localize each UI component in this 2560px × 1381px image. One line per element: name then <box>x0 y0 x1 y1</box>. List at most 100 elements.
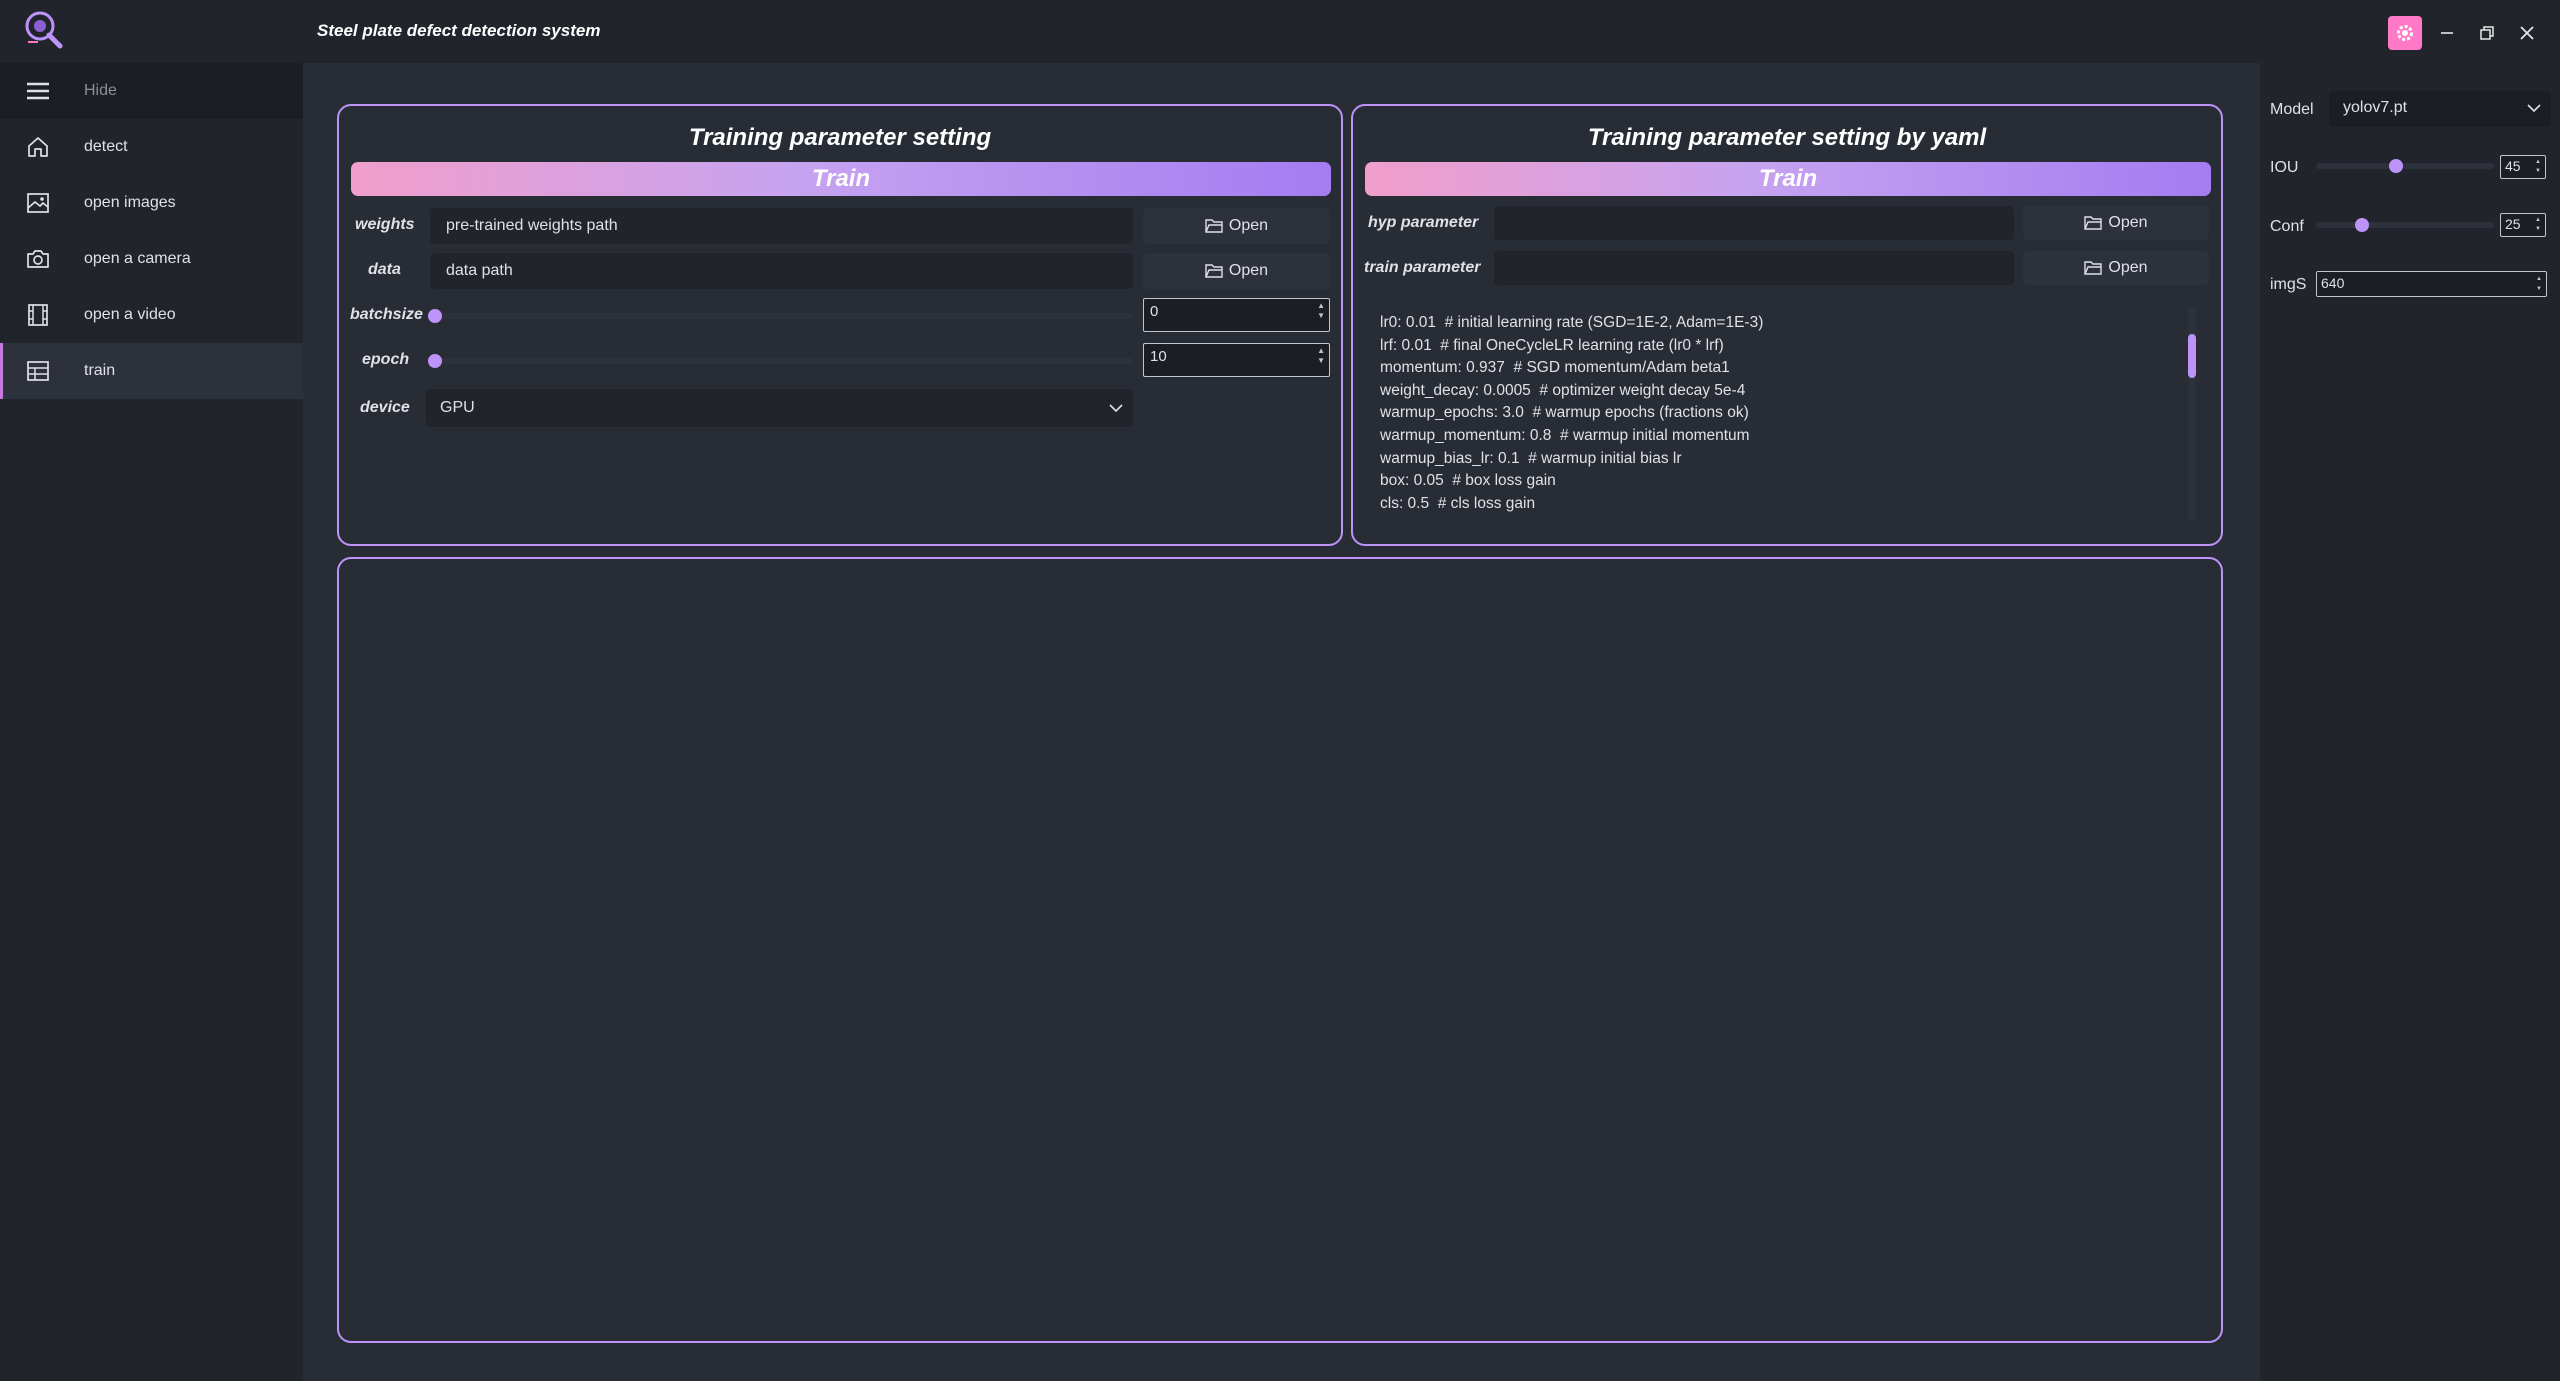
imgs-spinbox[interactable]: 640 ▲ ▼ <box>2316 271 2547 297</box>
epoch-spinbox[interactable]: 10 ▲ ▼ <box>1143 343 1330 377</box>
batchsize-spinbox[interactable]: 0 ▲ ▼ <box>1143 298 1330 332</box>
sidebar-toggle-hide[interactable]: Hide <box>0 63 303 119</box>
sidebar-item-open-video[interactable]: open a video <box>0 287 303 343</box>
conf-slider-handle[interactable] <box>2355 218 2369 232</box>
weights-open-button[interactable]: Open <box>1143 208 1330 244</box>
batchsize-value: 0 <box>1150 303 1159 320</box>
sidebar-item-label: open a camera <box>84 250 191 267</box>
yaml-scrollbar[interactable] <box>2188 306 2196 520</box>
conf-spinbox[interactable]: 25 ▲ ▼ <box>2500 213 2546 237</box>
sidebar: Hide detect open images open a camera op… <box>0 63 303 1381</box>
train-parameter-field[interactable] <box>1494 251 2014 285</box>
spin-arrows-icon[interactable]: ▲ ▼ <box>1317 346 1325 366</box>
epoch-slider-handle[interactable] <box>428 354 442 368</box>
minimize-button[interactable] <box>2430 16 2464 50</box>
sidebar-item-label: detect <box>84 138 128 155</box>
sidebar-item-label: open a video <box>84 306 176 323</box>
train-parameter-label: train parameter <box>1364 259 1481 276</box>
iou-value: 45 <box>2505 158 2521 174</box>
spin-arrows-icon[interactable]: ▲ ▼ <box>2535 216 2541 234</box>
folder-icon <box>2084 261 2103 275</box>
iou-slider[interactable] <box>2316 163 2494 169</box>
settings-panel: Model yolov7.pt IOU 45 ▲ ▼ Conf 25 ▲ ▼ img… <box>2260 63 2560 1381</box>
settings-button[interactable] <box>2388 16 2422 50</box>
hyp-open-button[interactable]: Open <box>2023 206 2209 240</box>
batchsize-slider[interactable] <box>430 313 1133 319</box>
yaml-line: warmup_epochs: 3.0 # warmup epochs (frac… <box>1380 404 1749 422</box>
batchsize-slider-handle[interactable] <box>428 309 442 323</box>
sidebar-item-open-camera[interactable]: open a camera <box>0 231 303 287</box>
model-label: Model <box>2270 101 2314 118</box>
restore-button[interactable] <box>2470 16 2504 50</box>
sidebar-item-label: train <box>84 362 116 379</box>
app-logo-icon <box>25 11 63 49</box>
close-icon <box>2520 26 2534 40</box>
yaml-line: lr0: 0.01 # initial learning rate (SGD=1… <box>1380 314 1764 331</box>
film-icon <box>28 304 48 326</box>
yaml-line: weight_decay: 0.0005 # optimizer weight … <box>1380 381 1746 399</box>
yaml-scrollbar-thumb[interactable] <box>2188 334 2196 378</box>
yaml-line: warmup_momentum: 0.8 # warmup initial mo… <box>1380 426 1750 444</box>
batchsize-label: batchsize <box>350 306 423 323</box>
weights-label: weights <box>355 216 415 233</box>
panel-title: Training parameter setting <box>688 124 992 151</box>
minimize-icon <box>2441 32 2453 34</box>
hamburger-menu-icon <box>27 82 49 100</box>
sidebar-item-detect[interactable]: detect <box>0 119 303 175</box>
yaml-text-area[interactable]: lr0: 0.01 # initial learning rate (SGD=1… <box>1380 312 2180 524</box>
image-icon <box>27 193 49 213</box>
epoch-label: epoch <box>362 351 410 368</box>
data-label: data <box>368 261 401 278</box>
chevron-down-icon <box>2527 104 2541 113</box>
model-select[interactable]: yolov7.pt <box>2329 91 2551 127</box>
table-icon <box>27 361 49 381</box>
iou-slider-handle[interactable] <box>2389 159 2403 173</box>
device-value: GPU <box>440 399 475 416</box>
model-value: yolov7.pt <box>2343 99 2408 116</box>
open-label: Open <box>2108 259 2148 276</box>
conf-value: 25 <box>2505 216 2521 232</box>
device-select[interactable]: GPU <box>426 389 1133 427</box>
conf-slider[interactable] <box>2316 222 2494 228</box>
open-label: Open <box>2108 214 2148 231</box>
imgs-label: imgS <box>2270 276 2307 293</box>
spin-arrows-icon[interactable]: ▲ ▼ <box>2536 274 2542 294</box>
hyp-parameter-field[interactable] <box>1494 206 2014 240</box>
sidebar-item-label: open images <box>84 194 176 211</box>
conf-label: Conf <box>2270 218 2304 235</box>
folder-icon <box>1205 264 1223 278</box>
device-label: device <box>360 399 410 416</box>
train-button[interactable]: Train <box>351 162 1331 196</box>
imgs-value: 640 <box>2321 275 2345 291</box>
sidebar-hide-label: Hide <box>84 82 117 99</box>
panel-title: Training parameter setting by yaml <box>1587 124 1987 151</box>
spin-arrows-icon[interactable]: ▲ ▼ <box>1317 301 1325 321</box>
data-open-button[interactable]: Open <box>1143 253 1330 289</box>
yaml-line: momentum: 0.937 # SGD momentum/Adam beta… <box>1380 359 1730 377</box>
hyp-parameter-label: hyp parameter <box>1368 214 1479 231</box>
iou-spinbox[interactable]: 45 ▲ ▼ <box>2500 155 2546 179</box>
yaml-line: box: 0.05 # box loss gain <box>1380 472 1556 490</box>
sidebar-item-train[interactable]: train <box>0 343 303 399</box>
training-output-panel <box>337 557 2223 1343</box>
yaml-train-button[interactable]: Train <box>1365 162 2211 196</box>
sidebar-item-open-images[interactable]: open images <box>0 175 303 231</box>
weights-path-field[interactable]: pre-trained weights path <box>430 208 1133 244</box>
data-path-field[interactable]: data path <box>430 253 1133 289</box>
folder-icon <box>1205 219 1223 233</box>
restore-icon <box>2480 26 2494 40</box>
yaml-line: warmup_bias_lr: 0.1 # warmup initial bia… <box>1380 449 1682 467</box>
train-parameter-open-button[interactable]: Open <box>2023 251 2209 285</box>
spin-arrows-icon[interactable]: ▲ ▼ <box>2535 158 2541 176</box>
iou-label: IOU <box>2270 159 2299 176</box>
gear-icon <box>2397 25 2413 41</box>
home-icon <box>28 137 48 157</box>
yaml-line: lrf: 0.01 # final OneCycleLR learning ra… <box>1380 336 1724 354</box>
epoch-slider[interactable] <box>430 358 1133 364</box>
open-label: Open <box>1228 217 1269 234</box>
epoch-value: 10 <box>1150 348 1167 365</box>
close-button[interactable] <box>2510 16 2544 50</box>
open-label: Open <box>1228 262 1269 279</box>
yaml-line: cls: 0.5 # cls loss gain <box>1380 494 1536 512</box>
camera-icon <box>27 250 49 268</box>
